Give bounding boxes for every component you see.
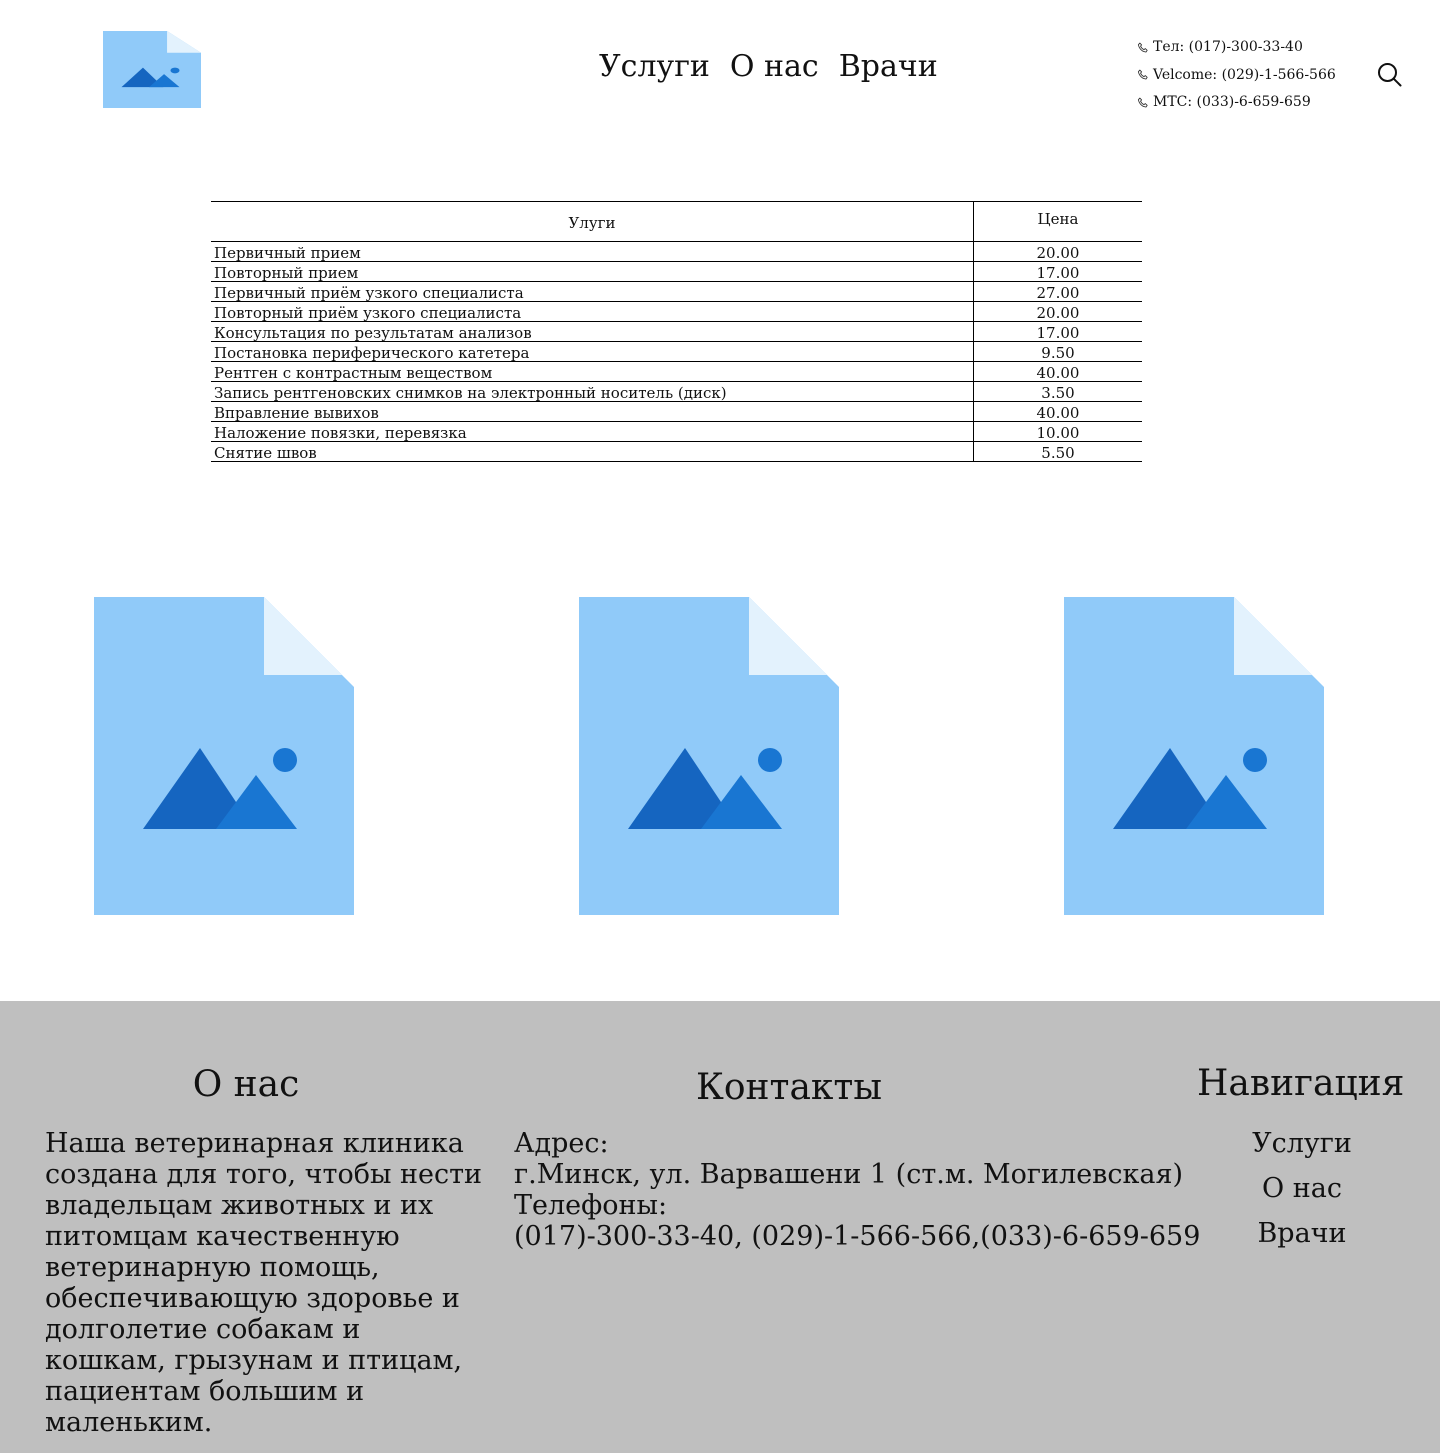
- image-placeholder-icon[interactable]: [94, 597, 354, 915]
- footer-contacts-title: Контакты: [696, 1067, 882, 1108]
- phone-icon: [1137, 42, 1148, 53]
- table-header-row: Улуги Цена: [211, 201, 1142, 242]
- phone-text[interactable]: МТС: (033)-6-659-659: [1153, 89, 1311, 117]
- table-row: Снятие швов 5.50: [211, 441, 1142, 462]
- table-row: Запись рентгеновских снимков на электрон…: [211, 381, 1142, 402]
- service-price: 20.00: [973, 301, 1142, 322]
- service-price: 40.00: [973, 401, 1142, 422]
- phone-row: Тел: (017)-300-33-40: [1136, 34, 1336, 62]
- phone-text[interactable]: Velcome: (029)-1-566-566: [1153, 62, 1336, 90]
- service-price: 9.50: [973, 341, 1142, 362]
- service-price: 3.50: [973, 381, 1142, 402]
- footer-about-title: О нас: [192, 1064, 300, 1105]
- main-nav: Услуги О нас Врачи: [599, 48, 938, 86]
- service-name: Повторный приём узкого специалиста: [211, 301, 974, 322]
- table-body: Первичный прием 20.00 Повторный прием 17…: [211, 241, 1142, 462]
- nav-link-doctors[interactable]: Врачи: [839, 48, 938, 86]
- service-price: 20.00: [973, 241, 1142, 262]
- service-price: 17.00: [973, 261, 1142, 282]
- service-name: Первичный прием: [211, 241, 974, 262]
- service-price: 10.00: [973, 421, 1142, 442]
- service-name: Вправление вывихов: [211, 401, 974, 422]
- service-name: Консультация по результатам анализов: [211, 321, 974, 342]
- table-row: Наложение повязки, перевязка 10.00: [211, 421, 1142, 442]
- service-price: 17.00: [973, 321, 1142, 342]
- footer-about-text: Наша ветеринарная клиника создана для то…: [45, 1128, 483, 1438]
- table-row: Вправление вывихов 40.00: [211, 401, 1142, 422]
- image-placeholder-icon[interactable]: [1064, 597, 1324, 915]
- phone-row: Velcome: (029)-1-566-566: [1136, 62, 1336, 90]
- service-name: Первичный приём узкого специалиста: [211, 281, 974, 302]
- table-row: Рентген с контрастным веществом 40.00: [211, 361, 1142, 382]
- image-placeholder-icon[interactable]: [579, 597, 839, 915]
- table-row: Консультация по результатам анализов 17.…: [211, 321, 1142, 342]
- logo-image-placeholder-icon[interactable]: [103, 31, 201, 108]
- service-name: Постановка периферического катетера: [211, 341, 974, 362]
- table-row: Первичный прием 20.00: [211, 241, 1142, 262]
- table-row: Постановка периферического катетера 9.50: [211, 341, 1142, 362]
- service-name: Повторный прием: [211, 261, 974, 282]
- service-price: 5.50: [973, 441, 1142, 462]
- nav-link-about[interactable]: О нас: [730, 48, 819, 86]
- column-header-service: Улуги: [211, 201, 974, 242]
- phone-list: Тел: (017)-300-33-40 Velcome: (029)-1-56…: [1136, 34, 1336, 117]
- nav-link-services[interactable]: Услуги: [599, 48, 710, 86]
- footer-nav-link-doctors[interactable]: Врачи: [1240, 1216, 1364, 1261]
- phones-text: (017)-300-33-40, (029)-1-566-566,(033)-6…: [514, 1221, 1201, 1252]
- service-name: Запись рентгеновских снимков на электрон…: [211, 381, 974, 402]
- phone-icon: [1137, 69, 1148, 80]
- phone-row: МТС: (033)-6-659-659: [1136, 89, 1336, 117]
- column-header-price: Цена: [973, 201, 1142, 242]
- search-icon[interactable]: [1376, 61, 1403, 88]
- footer-contacts: Адрес: г.Минск, ул. Варвашени 1 (ст.м. М…: [514, 1128, 1200, 1252]
- phones-label: Телефоны:: [514, 1190, 668, 1221]
- phone-icon: [1137, 97, 1148, 108]
- phone-text[interactable]: Тел: (017)-300-33-40: [1153, 34, 1303, 62]
- site-header: Услуги О нас Врачи Тел: (017)-300-33-40 …: [0, 0, 1440, 130]
- table-row: Повторный приём узкого специалиста 20.00: [211, 301, 1142, 322]
- address-text: г.Минск, ул. Варвашени 1 (ст.м. Могилевс…: [514, 1159, 1184, 1190]
- service-price: 27.00: [973, 281, 1142, 302]
- address-label: Адрес:: [514, 1128, 609, 1159]
- footer-navigation-title: Навигация: [1197, 1063, 1405, 1104]
- table-row: Первичный приём узкого специалиста 27.00: [211, 281, 1142, 302]
- footer-nav-link-services[interactable]: Услуги: [1240, 1126, 1364, 1171]
- footer-nav-list: Услуги О нас Врачи: [1240, 1126, 1364, 1261]
- service-name: Снятие швов: [211, 441, 974, 462]
- table-row: Повторный прием 17.00: [211, 261, 1142, 282]
- service-price: 40.00: [973, 361, 1142, 382]
- service-name: Наложение повязки, перевязка: [211, 421, 974, 442]
- site-footer: О нас Наша ветеринарная клиника создана …: [0, 1001, 1440, 1453]
- footer-nav-link-about[interactable]: О нас: [1240, 1171, 1364, 1216]
- service-name: Рентген с контрастным веществом: [211, 361, 974, 382]
- price-table: Улуги Цена Первичный прием 20.00 Повторн…: [211, 201, 1142, 462]
